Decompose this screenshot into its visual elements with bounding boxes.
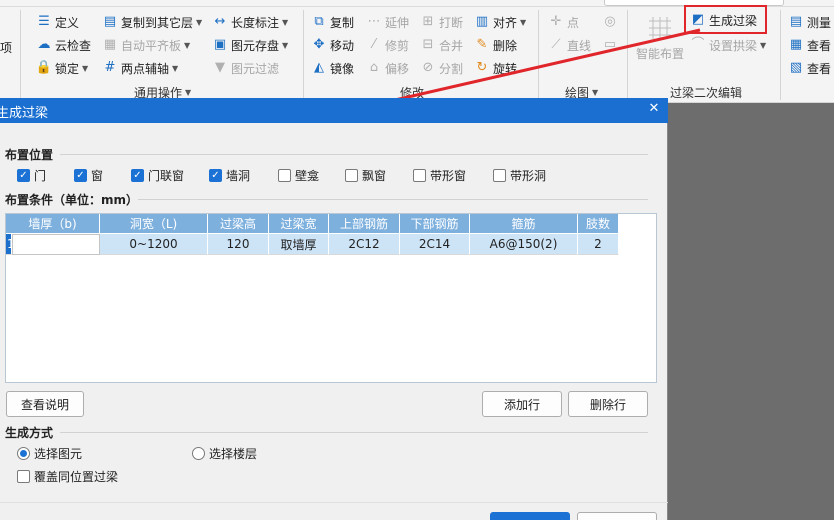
checkbox-label: 窗 bbox=[91, 168, 104, 183]
checkbox-label: 墙洞 bbox=[226, 168, 251, 183]
table-row[interactable]: 1 0~1200 120 取墙厚 2C12 2C14 A6@150(2) 2 bbox=[6, 234, 619, 255]
add-row-label: 添加行 bbox=[503, 397, 540, 412]
checkbox-label: 门联窗 bbox=[148, 168, 185, 183]
checkbox-box bbox=[493, 168, 506, 182]
checkbox-box: ✓ bbox=[209, 168, 222, 182]
radio-dot bbox=[17, 446, 30, 460]
add-row-button[interactable]: 添加行 bbox=[482, 391, 562, 417]
section-divider bbox=[60, 154, 648, 155]
close-icon[interactable]: ✕ bbox=[646, 101, 662, 119]
checkbox-label: 带形洞 bbox=[510, 168, 547, 183]
radio-label: 选择图元 bbox=[34, 446, 83, 461]
cell-legs[interactable]: 2 bbox=[578, 234, 619, 255]
radio-select-element[interactable]: 选择图元 bbox=[17, 445, 82, 461]
checkbox-label: 壁龛 bbox=[295, 168, 320, 183]
view-help-button[interactable]: 查看说明 bbox=[6, 391, 84, 417]
checkbox-label: 门 bbox=[34, 168, 47, 183]
footer-divider bbox=[0, 502, 668, 503]
col-header-bottom-rebar[interactable]: 下部钢筋 bbox=[400, 214, 470, 233]
checkbox-door-window[interactable]: ✓ 门联窗 bbox=[131, 167, 184, 183]
radio-select-floor[interactable]: 选择楼层 bbox=[192, 445, 257, 461]
section-divider bbox=[60, 432, 648, 433]
dialog-title: 生成过梁 bbox=[0, 106, 49, 121]
checkbox-box: ✓ bbox=[131, 168, 144, 182]
section-divider bbox=[138, 199, 648, 200]
delete-row-label: 删除行 bbox=[589, 397, 626, 412]
checkbox-door[interactable]: ✓ 门 bbox=[17, 167, 46, 183]
col-header-legs[interactable]: 肢数 bbox=[578, 214, 619, 233]
checkbox-box bbox=[17, 469, 30, 483]
checkbox-label: 飘窗 bbox=[362, 168, 387, 183]
cell-wall-thickness[interactable] bbox=[12, 234, 100, 255]
col-header-wall-thickness[interactable]: 墙厚（b) bbox=[6, 214, 100, 233]
grid-header: 墙厚（b) 洞宽（L) 过梁高 过梁宽 上部钢筋 下部钢筋 箍筋 肢数 bbox=[6, 214, 619, 233]
generate-lintel-dialog: 生成过梁 ✕ 布置位置 ✓ 门 ✓ 窗 ✓ 门联窗 ✓ 墙洞 壁龛 飘窗 带形窗 带形洞… bbox=[0, 98, 668, 520]
checkbox-wall-opening[interactable]: ✓ 墙洞 bbox=[209, 167, 250, 183]
checkbox-box: ✓ bbox=[74, 168, 87, 182]
condition-grid: 墙厚（b) 洞宽（L) 过梁高 过梁宽 上部钢筋 下部钢筋 箍筋 肢数 1 0~… bbox=[5, 213, 657, 383]
checkbox-window[interactable]: ✓ 窗 bbox=[74, 167, 103, 183]
checkbox-bay-window[interactable]: 飘窗 bbox=[345, 167, 386, 183]
checkbox-box bbox=[345, 168, 358, 182]
col-header-top-rebar[interactable]: 上部钢筋 bbox=[329, 214, 400, 233]
checkbox-label: 带形窗 bbox=[430, 168, 467, 183]
checkbox-strip-window[interactable]: 带形窗 bbox=[413, 167, 466, 183]
cell-lintel-height[interactable]: 120 bbox=[208, 234, 269, 255]
col-header-stirrup[interactable]: 箍筋 bbox=[470, 214, 578, 233]
cell-bottom-rebar[interactable]: 2C14 bbox=[400, 234, 470, 255]
ok-button[interactable] bbox=[490, 512, 570, 520]
section-condition-heading: 布置条件（单位：mm） bbox=[5, 193, 139, 207]
checkbox-strip-opening[interactable]: 带形洞 bbox=[493, 167, 546, 183]
col-header-opening-width[interactable]: 洞宽（L) bbox=[100, 214, 208, 233]
checkbox-niche[interactable]: 壁龛 bbox=[278, 167, 319, 183]
section-position-heading: 布置位置 bbox=[5, 148, 54, 162]
col-header-lintel-width[interactable]: 过梁宽 bbox=[269, 214, 329, 233]
radio-label: 选择楼层 bbox=[209, 446, 258, 461]
cell-lintel-width[interactable]: 取墙厚 bbox=[269, 234, 329, 255]
checkbox-box bbox=[278, 168, 291, 182]
cancel-button[interactable] bbox=[577, 512, 657, 520]
cell-opening-width[interactable]: 0~1200 bbox=[100, 234, 208, 255]
checkbox-box bbox=[413, 168, 426, 182]
checkbox-box: ✓ bbox=[17, 168, 30, 182]
dialog-titlebar[interactable]: 生成过梁 ✕ bbox=[0, 98, 668, 123]
cell-top-rebar[interactable]: 2C12 bbox=[329, 234, 400, 255]
radio-dot bbox=[192, 446, 205, 460]
view-help-label: 查看说明 bbox=[20, 397, 69, 412]
checkbox-overwrite[interactable]: 覆盖同位置过梁 bbox=[17, 468, 118, 484]
col-header-lintel-height[interactable]: 过梁高 bbox=[208, 214, 269, 233]
cell-stirrup[interactable]: A6@150(2) bbox=[470, 234, 578, 255]
delete-row-button[interactable]: 删除行 bbox=[568, 391, 648, 417]
checkbox-label: 覆盖同位置过梁 bbox=[34, 469, 119, 484]
section-method-heading: 生成方式 bbox=[5, 426, 54, 440]
